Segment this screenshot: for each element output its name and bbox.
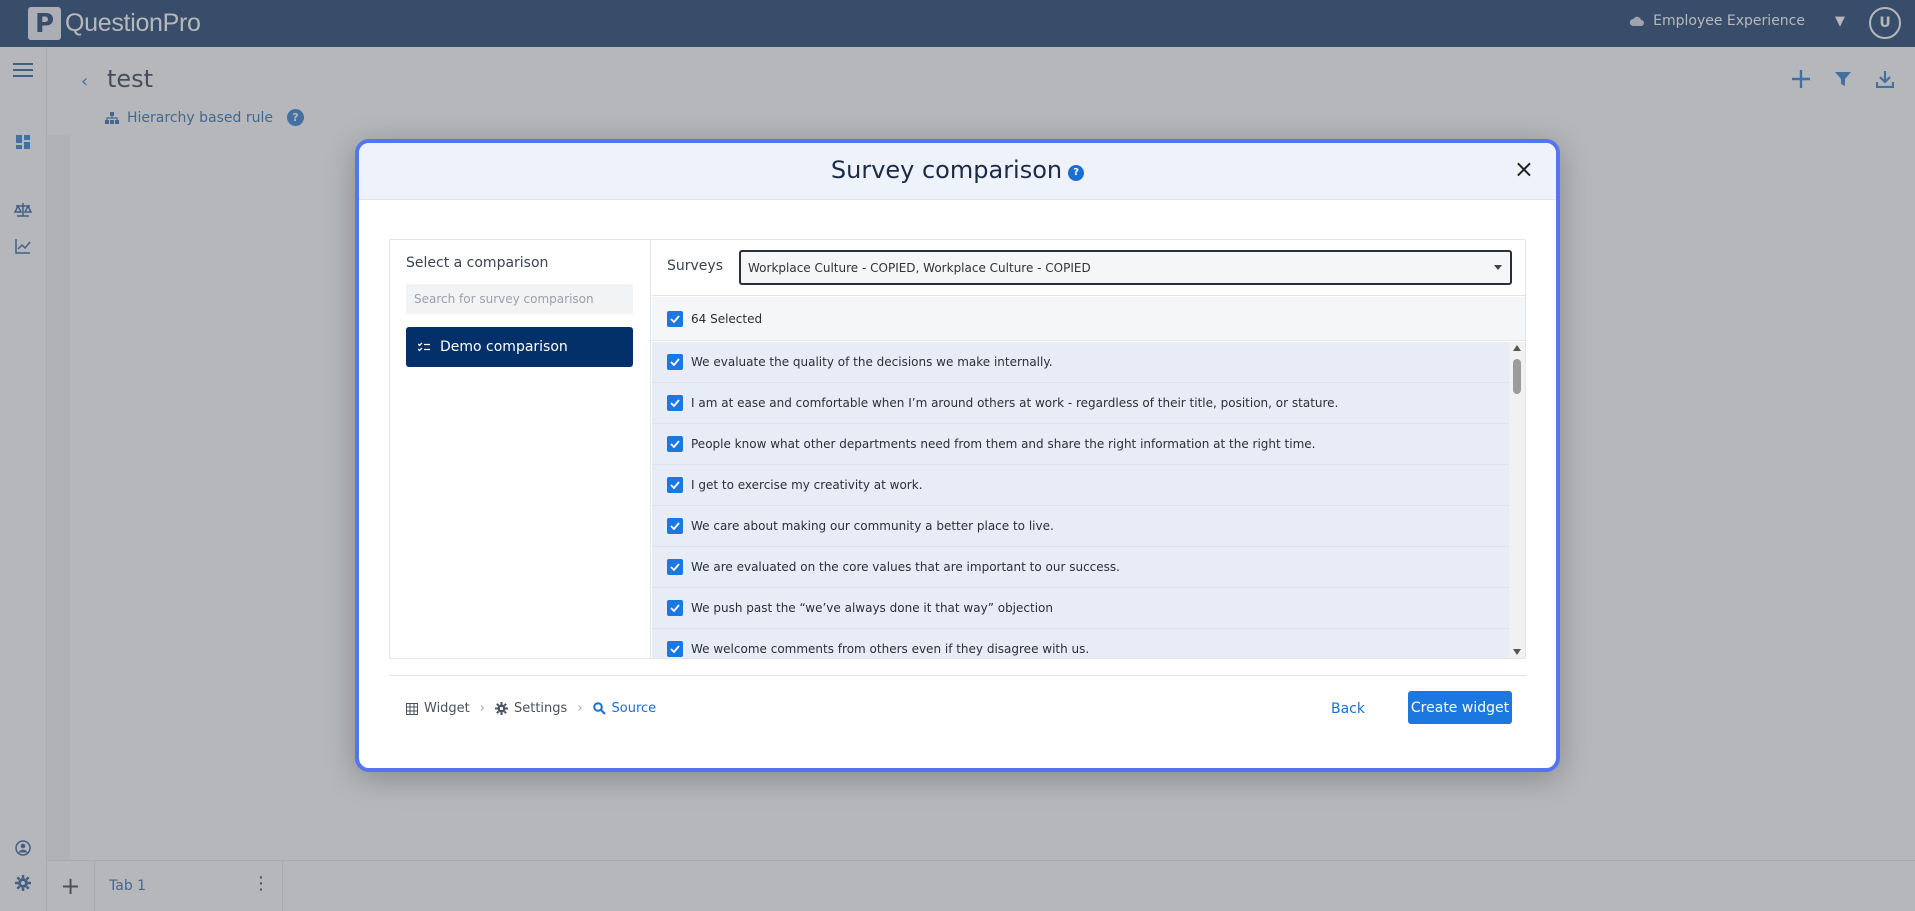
checkmark-icon [670, 645, 680, 653]
checkmark-icon [670, 440, 680, 448]
back-button[interactable]: Back [1331, 701, 1365, 717]
question-checkbox[interactable] [667, 354, 683, 370]
question-checkbox[interactable] [667, 600, 683, 616]
comparison-item-label: Demo comparison [440, 339, 568, 355]
question-text: We are evaluated on the core values that… [691, 560, 1120, 574]
checkmark-icon [670, 604, 680, 612]
question-row[interactable]: We care about making our community a bet… [652, 506, 1509, 547]
question-checkbox[interactable] [667, 641, 683, 657]
surveys-row: Surveys Workplace Culture - COPIED, Work… [652, 240, 1525, 296]
questions-column: Surveys Workplace Culture - COPIED, Work… [652, 240, 1525, 658]
select-comparison-label: Select a comparison [406, 255, 549, 271]
checkmark-icon [670, 481, 680, 489]
modal-title: Survey comparison? [359, 156, 1556, 184]
checkmark-icon [670, 522, 680, 530]
checkmark-icon [670, 314, 680, 323]
question-text: I get to exercise my creativity at work. [691, 478, 923, 492]
close-icon[interactable]: × [1514, 157, 1534, 181]
question-row[interactable]: I get to exercise my creativity at work. [652, 465, 1509, 506]
comparison-item-demo[interactable]: Demo comparison [406, 327, 633, 367]
step-separator: › [479, 701, 485, 716]
step-source[interactable]: Source [592, 701, 657, 716]
question-list-scrollbar[interactable] [1509, 342, 1525, 658]
step-widget-label: Widget [424, 701, 470, 716]
question-text: People know what other departments need … [691, 437, 1316, 451]
question-row[interactable]: We are evaluated on the core values that… [652, 547, 1509, 588]
question-text: We push past the “we’ve always done it t… [691, 601, 1053, 615]
surveys-select[interactable]: Workplace Culture - COPIED, Workplace Cu… [739, 250, 1512, 285]
wizard-steps: Widget › Settings › Source [406, 701, 656, 716]
selected-count: 64 Selected [691, 311, 763, 326]
help-icon[interactable]: ? [1068, 164, 1085, 181]
checkmark-icon [670, 563, 680, 571]
create-widget-button[interactable]: Create widget [1408, 691, 1512, 724]
question-row[interactable]: People know what other departments need … [652, 424, 1509, 465]
step-widget[interactable]: Widget [406, 701, 470, 716]
step-source-label: Source [611, 701, 657, 716]
question-text: We welcome comments from others even if … [691, 642, 1090, 656]
modal-header: Survey comparison? × [359, 143, 1556, 200]
scroll-down-icon[interactable] [1513, 649, 1521, 655]
checklist-icon [418, 342, 430, 352]
step-settings-label: Settings [513, 701, 568, 716]
step-separator: › [577, 701, 583, 716]
question-checkbox[interactable] [667, 436, 683, 452]
select-all-row[interactable]: 64 Selected [652, 297, 1525, 341]
table-grid-icon [406, 702, 418, 715]
question-checkbox[interactable] [667, 395, 683, 411]
question-list: We evaluate the quality of the decisions… [652, 342, 1509, 658]
scroll-up-icon[interactable] [1513, 345, 1521, 351]
checkmark-icon [670, 358, 680, 366]
question-row[interactable]: We welcome comments from others even if … [652, 629, 1509, 658]
scroll-thumb[interactable] [1513, 359, 1521, 394]
checkmark-icon [670, 399, 680, 407]
select-all-checkbox[interactable] [667, 310, 683, 327]
search-icon [592, 702, 606, 715]
dropdown-caret-icon [1494, 265, 1502, 270]
question-checkbox[interactable] [667, 518, 683, 534]
question-checkbox[interactable] [667, 477, 683, 493]
question-text: I am at ease and comfortable when I’m ar… [691, 396, 1339, 410]
question-text: We evaluate the quality of the decisions… [691, 355, 1053, 369]
survey-comparison-modal: Survey comparison? × Select a comparison… [355, 139, 1560, 772]
question-row[interactable]: We evaluate the quality of the decisions… [652, 342, 1509, 383]
footer-divider [389, 675, 1526, 676]
question-checkbox[interactable] [667, 559, 683, 575]
question-text: We care about making our community a bet… [691, 519, 1054, 533]
comparison-panel: Select a comparison Search for survey co… [389, 239, 1526, 659]
question-row[interactable]: I am at ease and comfortable when I’m ar… [652, 383, 1509, 424]
surveys-label: Surveys [667, 258, 723, 274]
modal-title-text: Survey comparison [830, 156, 1063, 184]
step-settings[interactable]: Settings [494, 701, 568, 716]
question-row[interactable]: We push past the “we’ve always done it t… [652, 588, 1509, 629]
comparison-search-input[interactable]: Search for survey comparison [406, 284, 633, 314]
surveys-select-value: Workplace Culture - COPIED, Workplace Cu… [748, 260, 1091, 275]
comparison-list-column: Select a comparison Search for survey co… [390, 240, 651, 658]
gear-icon [494, 702, 508, 715]
